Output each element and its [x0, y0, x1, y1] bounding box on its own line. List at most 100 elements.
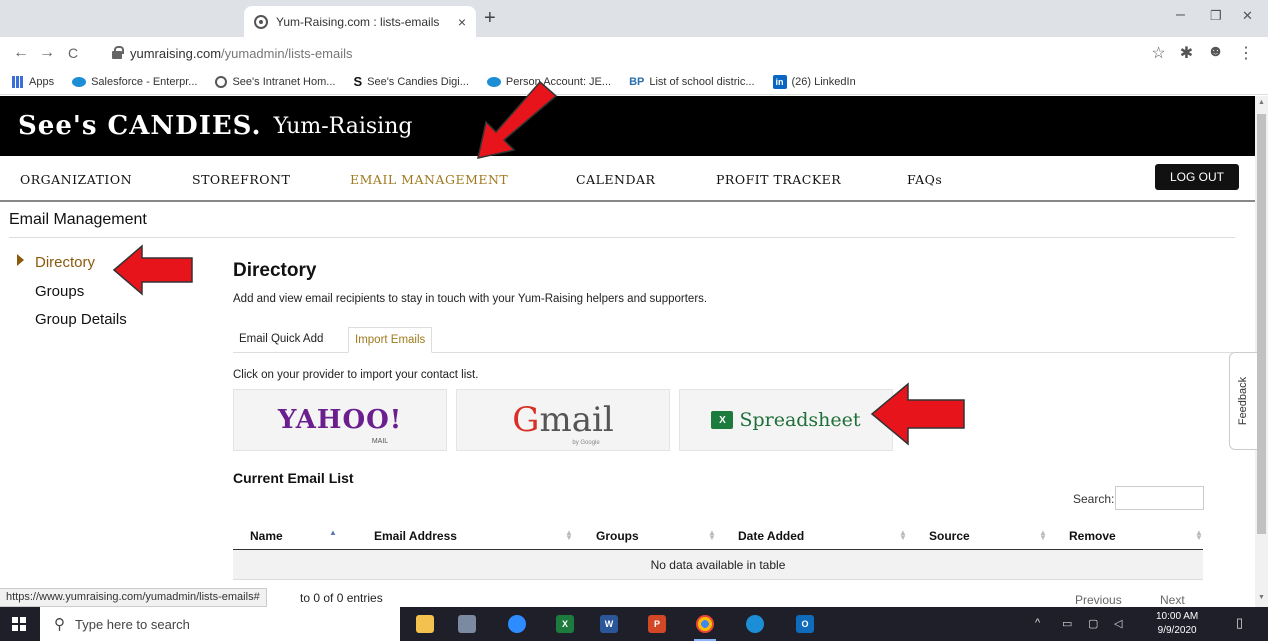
status-bar-url: https://www.yumraising.com/yumadmin/list… — [0, 588, 267, 607]
network-icon[interactable]: ▢ — [1088, 617, 1098, 630]
browser-tab[interactable]: Yum-Raising.com : lists-emails × — [244, 6, 476, 37]
zoom-icon[interactable] — [508, 615, 526, 633]
lock-icon — [112, 46, 124, 59]
scroll-thumb[interactable] — [1257, 114, 1266, 534]
column-groups[interactable]: Groups — [596, 529, 639, 543]
entries-info: to 0 of 0 entries — [300, 591, 383, 605]
annotation-arrow-email-management — [477, 80, 558, 159]
chrome-icon[interactable] — [694, 615, 716, 641]
nav-calendar[interactable]: CALENDAR — [576, 172, 655, 187]
tab-import-emails[interactable]: Import Emails — [348, 327, 433, 353]
s-icon: S — [353, 74, 363, 89]
next-button[interactable]: Next — [1160, 593, 1185, 607]
site-nav: ORGANIZATION STOREFRONT EMAIL MANAGEMENT… — [0, 156, 1255, 202]
bookmark-school-districts[interactable]: BP List of school distric... — [629, 76, 754, 88]
taskbar-clock[interactable]: 10:00 AM 9/9/2020 — [1156, 610, 1198, 638]
file-explorer-icon[interactable] — [416, 615, 434, 633]
forward-button[interactable]: → — [34, 44, 60, 62]
reload-button[interactable]: C — [60, 45, 86, 61]
salesforce-icon[interactable] — [746, 615, 764, 633]
sort-icon: ▲ ▼ — [708, 528, 716, 542]
scroll-up-icon[interactable]: ▲ — [1258, 99, 1265, 106]
word-icon[interactable]: W — [600, 615, 618, 633]
outlook-icon[interactable]: O — [796, 615, 814, 633]
sort-icon: ▲ ▼ — [565, 528, 573, 542]
sidebar-item-directory[interactable]: Directory — [35, 254, 95, 271]
yahoo-mail-logo: YAHOO! MAIL — [277, 405, 403, 445]
table-row: No data available in table — [233, 550, 1203, 580]
scroll-down-icon[interactable]: ▼ — [1258, 594, 1265, 601]
star-icon[interactable]: ☆ — [1151, 43, 1165, 63]
spreadsheet-provider-button[interactable]: X Spreadsheet — [679, 389, 893, 451]
table-header: Name ▲ Email Address ▲ ▼ Groups ▲ ▼ Date A… — [233, 522, 1203, 550]
column-source[interactable]: Source — [929, 529, 970, 543]
restore-button[interactable]: ❐ — [1210, 8, 1222, 24]
feedback-tab[interactable]: Feedback — [1229, 352, 1257, 450]
column-email-address[interactable]: Email Address — [374, 529, 457, 543]
column-name[interactable]: Name — [250, 529, 283, 543]
extensions-icon[interactable]: ✱ — [1180, 43, 1193, 63]
column-date-added[interactable]: Date Added — [738, 529, 804, 543]
bookmark-apps[interactable]: Apps — [12, 75, 54, 88]
page-description: Add and view email recipients to stay in… — [233, 293, 708, 305]
browser-tabstrip: Yum-Raising.com : lists-emails × + – ❐ ✕ — [0, 0, 1268, 37]
bookmark-salesforce[interactable]: Salesforce - Enterpr... — [72, 76, 197, 88]
bp-icon: BP — [629, 75, 645, 88]
section-title: Email Management — [9, 211, 147, 228]
minimize-button[interactable]: – — [1176, 6, 1185, 24]
screen: Yum-Raising.com : lists-emails × + – ❐ ✕… — [0, 0, 1268, 641]
back-button[interactable]: ← — [8, 44, 34, 62]
address-bar[interactable]: yumraising.com/yumadmin/lists-emails — [112, 41, 1162, 65]
taskbar-search-placeholder: Type here to search — [75, 616, 190, 632]
previous-button[interactable]: Previous — [1075, 593, 1122, 607]
tray-chevron-icon[interactable]: ^ — [1035, 617, 1040, 629]
nav-storefront[interactable]: STOREFRONT — [192, 172, 290, 187]
tab-title: Yum-Raising.com : lists-emails — [276, 14, 440, 29]
tab-email-quick-add[interactable]: Email Quick Add — [233, 327, 329, 353]
browser-toolbar-icons: ☆ ✱ ☻ ⋮ — [1151, 43, 1254, 63]
spreadsheet-logo: X Spreadsheet — [711, 409, 861, 431]
powerpoint-icon[interactable]: P — [648, 615, 666, 633]
excel-icon[interactable]: X — [556, 615, 574, 633]
volume-icon[interactable]: ◁ — [1114, 617, 1122, 630]
salesforce-icon — [72, 76, 87, 87]
sidebar-item-groups[interactable]: Groups — [35, 283, 84, 300]
bookmark-intranet[interactable]: See's Intranet Hom... — [215, 75, 335, 88]
notifications-icon[interactable]: ▯ — [1236, 615, 1243, 631]
nav-profit-tracker[interactable]: PROFIT TRACKER — [716, 172, 841, 187]
nav-email-management[interactable]: EMAIL MANAGEMENT — [350, 172, 508, 187]
snipping-tool-icon[interactable] — [458, 615, 476, 633]
search-icon: ⚲ — [54, 616, 65, 633]
search-input[interactable] — [1115, 486, 1204, 510]
annotation-arrow-spreadsheet — [870, 382, 965, 446]
sort-icon: ▲ ▼ — [899, 528, 907, 542]
profile-icon[interactable]: ☻ — [1207, 43, 1224, 63]
apps-icon — [12, 75, 24, 88]
bookmarks-bar: Apps Salesforce - Enterpr... See's Intra… — [0, 69, 1268, 95]
column-remove[interactable]: Remove — [1069, 529, 1116, 543]
excel-icon: X — [711, 411, 734, 429]
battery-icon[interactable]: ▭ — [1062, 617, 1072, 630]
sees-candies-logo[interactable]: See's CANDIES. — [18, 111, 262, 141]
gmail-provider-button[interactable]: Gmail by Google — [456, 389, 670, 451]
nav-organization[interactable]: ORGANIZATION — [20, 172, 132, 187]
close-tab-icon[interactable]: × — [458, 14, 466, 30]
close-window-button[interactable]: ✕ — [1242, 8, 1253, 24]
menu-icon[interactable]: ⋮ — [1238, 43, 1254, 63]
url-text: yumraising.com/yumadmin/lists-emails — [130, 45, 353, 61]
active-caret-icon — [17, 254, 24, 266]
windows-start-icon[interactable] — [12, 617, 26, 631]
gmail-logo: Gmail by Google — [512, 400, 614, 446]
yahoo-provider-button[interactable]: YAHOO! MAIL — [233, 389, 447, 451]
nav-faqs[interactable]: FAQs — [907, 172, 942, 187]
new-tab-button[interactable]: + — [484, 8, 496, 28]
logout-button[interactable]: LOG OUT — [1155, 164, 1239, 190]
bookmark-sees-digital[interactable]: S See's Candies Digi... — [353, 74, 468, 89]
sidebar-item-group-details[interactable]: Group Details — [35, 311, 127, 328]
provider-prompt: Click on your provider to import your co… — [233, 369, 479, 381]
current-email-list-heading: Current Email List — [233, 470, 354, 486]
yum-raising-title: Yum-Raising — [273, 113, 413, 139]
taskbar-search[interactable]: ⚲ Type here to search — [40, 607, 400, 641]
bookmark-linkedin[interactable]: in (26) LinkedIn — [772, 74, 856, 89]
import-tabs: Email Quick Add Import Emails — [233, 327, 1233, 353]
